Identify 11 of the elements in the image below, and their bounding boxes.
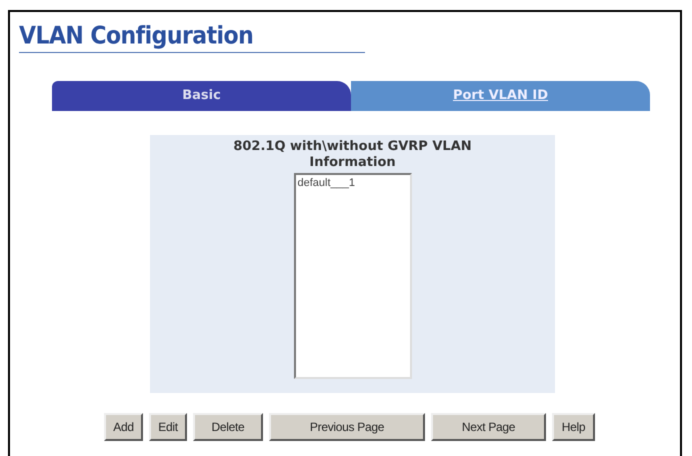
action-button[interactable]: Delete bbox=[193, 413, 263, 441]
tab[interactable]: Basic bbox=[52, 81, 351, 111]
action-button[interactable]: Previous Page bbox=[269, 413, 425, 441]
action-button[interactable]: Add bbox=[104, 413, 143, 441]
action-button[interactable]: Next Page bbox=[431, 413, 546, 441]
action-button[interactable]: Edit bbox=[149, 413, 187, 441]
list-item[interactable]: default___1 bbox=[298, 176, 408, 190]
action-button[interactable]: Help bbox=[552, 413, 595, 441]
page-title: VLAN Configuration bbox=[19, 22, 254, 52]
vlan-list[interactable]: default___1 bbox=[294, 173, 412, 379]
panel-heading: 802.1Q with\without GVRP VLAN Information bbox=[232, 139, 473, 171]
